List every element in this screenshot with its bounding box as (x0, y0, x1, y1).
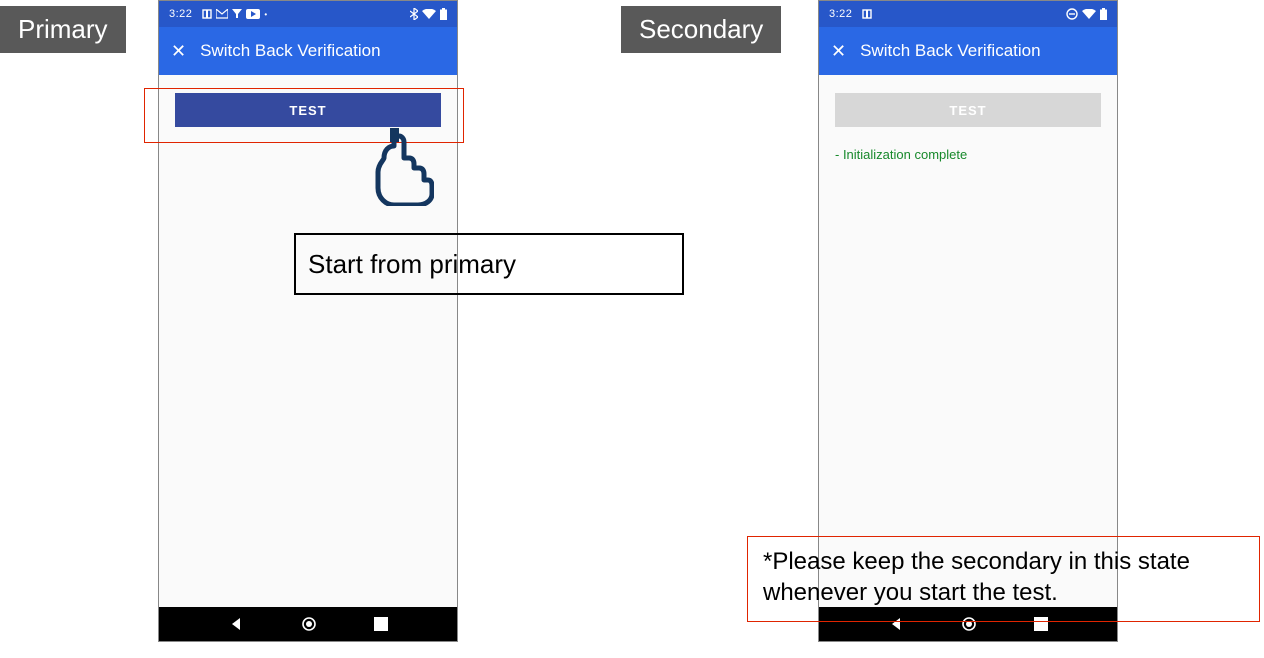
back-icon[interactable] (888, 616, 904, 632)
status-bar: 3:22 • (159, 1, 457, 27)
gmail-icon (216, 9, 228, 19)
wifi-icon (422, 9, 436, 19)
app-title: Switch Back Verification (860, 41, 1040, 61)
primary-label: Primary (0, 6, 126, 53)
home-icon[interactable] (961, 616, 977, 632)
recent-icon[interactable] (374, 617, 388, 631)
phone-primary: 3:22 • ✕ Switch Back Verification TEST (158, 0, 458, 642)
annotation-start-from-primary: Start from primary (294, 233, 684, 295)
battery-icon (440, 8, 447, 20)
app-title: Switch Back Verification (200, 41, 380, 61)
status-time: 3:22 (829, 8, 852, 20)
square-icon (862, 9, 872, 19)
nav-bar (819, 607, 1117, 641)
app-bar: ✕ Switch Back Verification (159, 27, 457, 75)
close-icon[interactable]: ✕ (171, 42, 186, 60)
square-icon (202, 9, 212, 19)
back-icon[interactable] (228, 616, 244, 632)
dnd-icon (1066, 8, 1078, 20)
battery-icon (1100, 8, 1107, 20)
secondary-label: Secondary (621, 6, 781, 53)
init-complete-msg: - Initialization complete (835, 147, 1117, 162)
app-bar: ✕ Switch Back Verification (819, 27, 1117, 75)
home-icon[interactable] (301, 616, 317, 632)
status-bar: 3:22 (819, 1, 1117, 27)
youtube-icon (246, 9, 260, 19)
nav-bar (159, 607, 457, 641)
filter-icon (232, 9, 242, 19)
close-icon[interactable]: ✕ (831, 42, 846, 60)
status-time: 3:22 (169, 8, 192, 20)
bluetooth-icon (410, 8, 418, 20)
dot-icon: • (264, 10, 267, 19)
wifi-icon (1082, 9, 1096, 19)
annotation-keep-secondary: *Please keep the secondary in this state… (763, 546, 1243, 608)
test-button[interactable]: TEST (175, 93, 441, 127)
recent-icon[interactable] (1034, 617, 1048, 631)
test-button-disabled: TEST (835, 93, 1101, 127)
